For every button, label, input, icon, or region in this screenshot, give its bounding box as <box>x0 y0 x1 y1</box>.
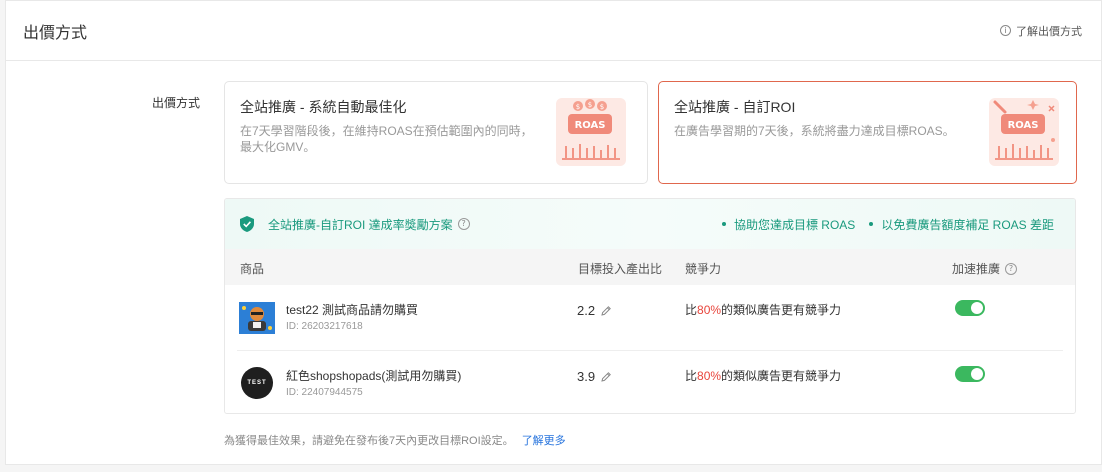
svg-text:$: $ <box>576 103 580 111</box>
boost-toggle[interactable] <box>955 300 985 316</box>
column-header-target-roas: 目標投入產出比 <box>578 262 663 276</box>
pencil-icon[interactable] <box>600 305 612 317</box>
boost-header-label: 加速推廣 <box>952 262 1001 276</box>
option-title: 全站推廣 - 系統自動最佳化 <box>240 99 407 115</box>
program-banner: 全站推廣-自訂ROI 達成率獎勵方案 ? 協助您達成目標 ROAS 以免費廣告額… <box>225 199 1075 249</box>
benefit-item: 協助您達成目標 ROAS <box>721 216 856 233</box>
illustration-label: ROAS <box>575 120 606 131</box>
option-description: 在7天學習階段後，在維持ROAS在預估範圍內的同時，最大化GMV。 <box>240 124 533 154</box>
footnote: 為獲得最佳效果，請避免在發布後7天內更改目標ROI設定。 了解更多 <box>224 432 566 448</box>
option-card-custom-roi[interactable]: 全站推廣 - 自訂ROI 在廣告學習期的7天後，系統將盡力達成目標ROAS。 R… <box>658 81 1077 184</box>
panel-header: 出價方式 i 了解出價方式 <box>6 1 1101 61</box>
comp-prefix: 比 <box>685 303 698 317</box>
roas-number: 2.2 <box>577 303 596 318</box>
product-name: test22 測試商品請勿購買 <box>286 303 419 317</box>
option-card-auto-optimize[interactable]: 全站推廣 - 系統自動最佳化 在7天學習階段後，在維持ROAS在預估範圍內的同時… <box>224 81 648 184</box>
svg-text:$: $ <box>600 103 604 111</box>
benefit-text: 以免費廣告額度補足 ROAS 差距 <box>881 217 1054 232</box>
table-header: 商品 目標投入產出比 競爭力 加速推廣 ? <box>225 249 1075 285</box>
comp-percent: 80% <box>697 369 722 383</box>
program-benefits: 協助您達成目標 ROAS 以免費廣告額度補足 ROAS 差距 <box>708 216 1054 233</box>
program-title: 全站推廣-自訂ROI 達成率獎勵方案 <box>268 217 453 232</box>
column-header-competitiveness: 競爭力 <box>685 262 722 276</box>
comp-suffix: 的類似廣告更有競爭力 <box>721 303 842 317</box>
option-title: 全站推廣 - 自訂ROI <box>674 99 796 115</box>
shield-check-icon <box>240 216 254 232</box>
help-icon[interactable]: ? <box>457 218 470 230</box>
banner-left: 全站推廣-自訂ROI 達成率獎勵方案 ? <box>240 216 470 233</box>
column-header-product: 商品 <box>240 262 265 276</box>
competitiveness-text: 比80%的類似廣告更有競爭力 <box>685 367 841 384</box>
benefit-text: 協助您達成目標 ROAS <box>733 217 856 232</box>
comp-suffix: 的類似廣告更有競爭力 <box>721 369 842 383</box>
target-roas-value: 3.9 <box>577 369 612 384</box>
pencil-icon[interactable] <box>600 371 612 383</box>
boost-toggle[interactable] <box>955 366 985 382</box>
product-thumbnail <box>239 302 275 334</box>
product-name: 紅色shopshopads(測試用勿購買) <box>286 369 462 383</box>
info-icon: i <box>1000 25 1011 36</box>
row-content: TEST 紅色shopshopads(測試用勿購買) ID: 224079445… <box>225 351 1075 413</box>
help-icon[interactable]: ? <box>1005 262 1018 275</box>
footnote-text: 為獲得最佳效果，請避免在發布後7天內更改目標ROI設定。 <box>224 435 514 447</box>
target-roas-value: 2.2 <box>577 303 612 318</box>
learn-bidding-label: 了解出價方式 <box>1016 25 1082 38</box>
option-description: 在廣告學習期的7天後，系統將盡力達成目標ROAS。 <box>674 124 955 138</box>
roas-target-illustration-icon: ROAS <box>989 98 1059 166</box>
toggle-knob <box>971 368 983 380</box>
toggle-knob <box>971 302 983 314</box>
product-id: ID: 22407944575 <box>286 387 363 398</box>
column-header-boost: 加速推廣 ? <box>952 260 1018 277</box>
comp-prefix: 比 <box>685 369 698 383</box>
table-row: TEST 紅色shopshopads(測試用勿購買) ID: 224079445… <box>237 350 1063 413</box>
bullet-icon <box>721 222 726 226</box>
comp-percent: 80% <box>697 303 722 317</box>
panel-title: 出價方式 <box>23 24 88 42</box>
roi-reward-program: 全站推廣-自訂ROI 達成率獎勵方案 ? 協助您達成目標 ROAS 以免費廣告額… <box>224 198 1076 414</box>
product-thumbnail: TEST <box>241 367 273 399</box>
roas-number: 3.9 <box>577 369 596 384</box>
table-row: test22 測試商品請勿購買 ID: 26203217618 2.2 比80%… <box>225 285 1075 350</box>
learn-more-link[interactable]: 了解更多 <box>522 435 566 447</box>
svg-text:$: $ <box>588 101 592 109</box>
illustration-label: ROAS <box>1008 120 1039 131</box>
product-id: ID: 26203217618 <box>286 321 363 332</box>
benefit-item: 以免費廣告額度補足 ROAS 差距 <box>869 216 1054 233</box>
roas-coins-illustration-icon: $ $ $ ROAS <box>556 98 626 166</box>
bullet-icon <box>869 222 874 226</box>
field-label-bidding: 出價方式 <box>152 96 201 110</box>
competitiveness-text: 比80%的類似廣告更有競爭力 <box>685 301 841 318</box>
learn-bidding-link[interactable]: i 了解出價方式 <box>1000 23 1082 39</box>
